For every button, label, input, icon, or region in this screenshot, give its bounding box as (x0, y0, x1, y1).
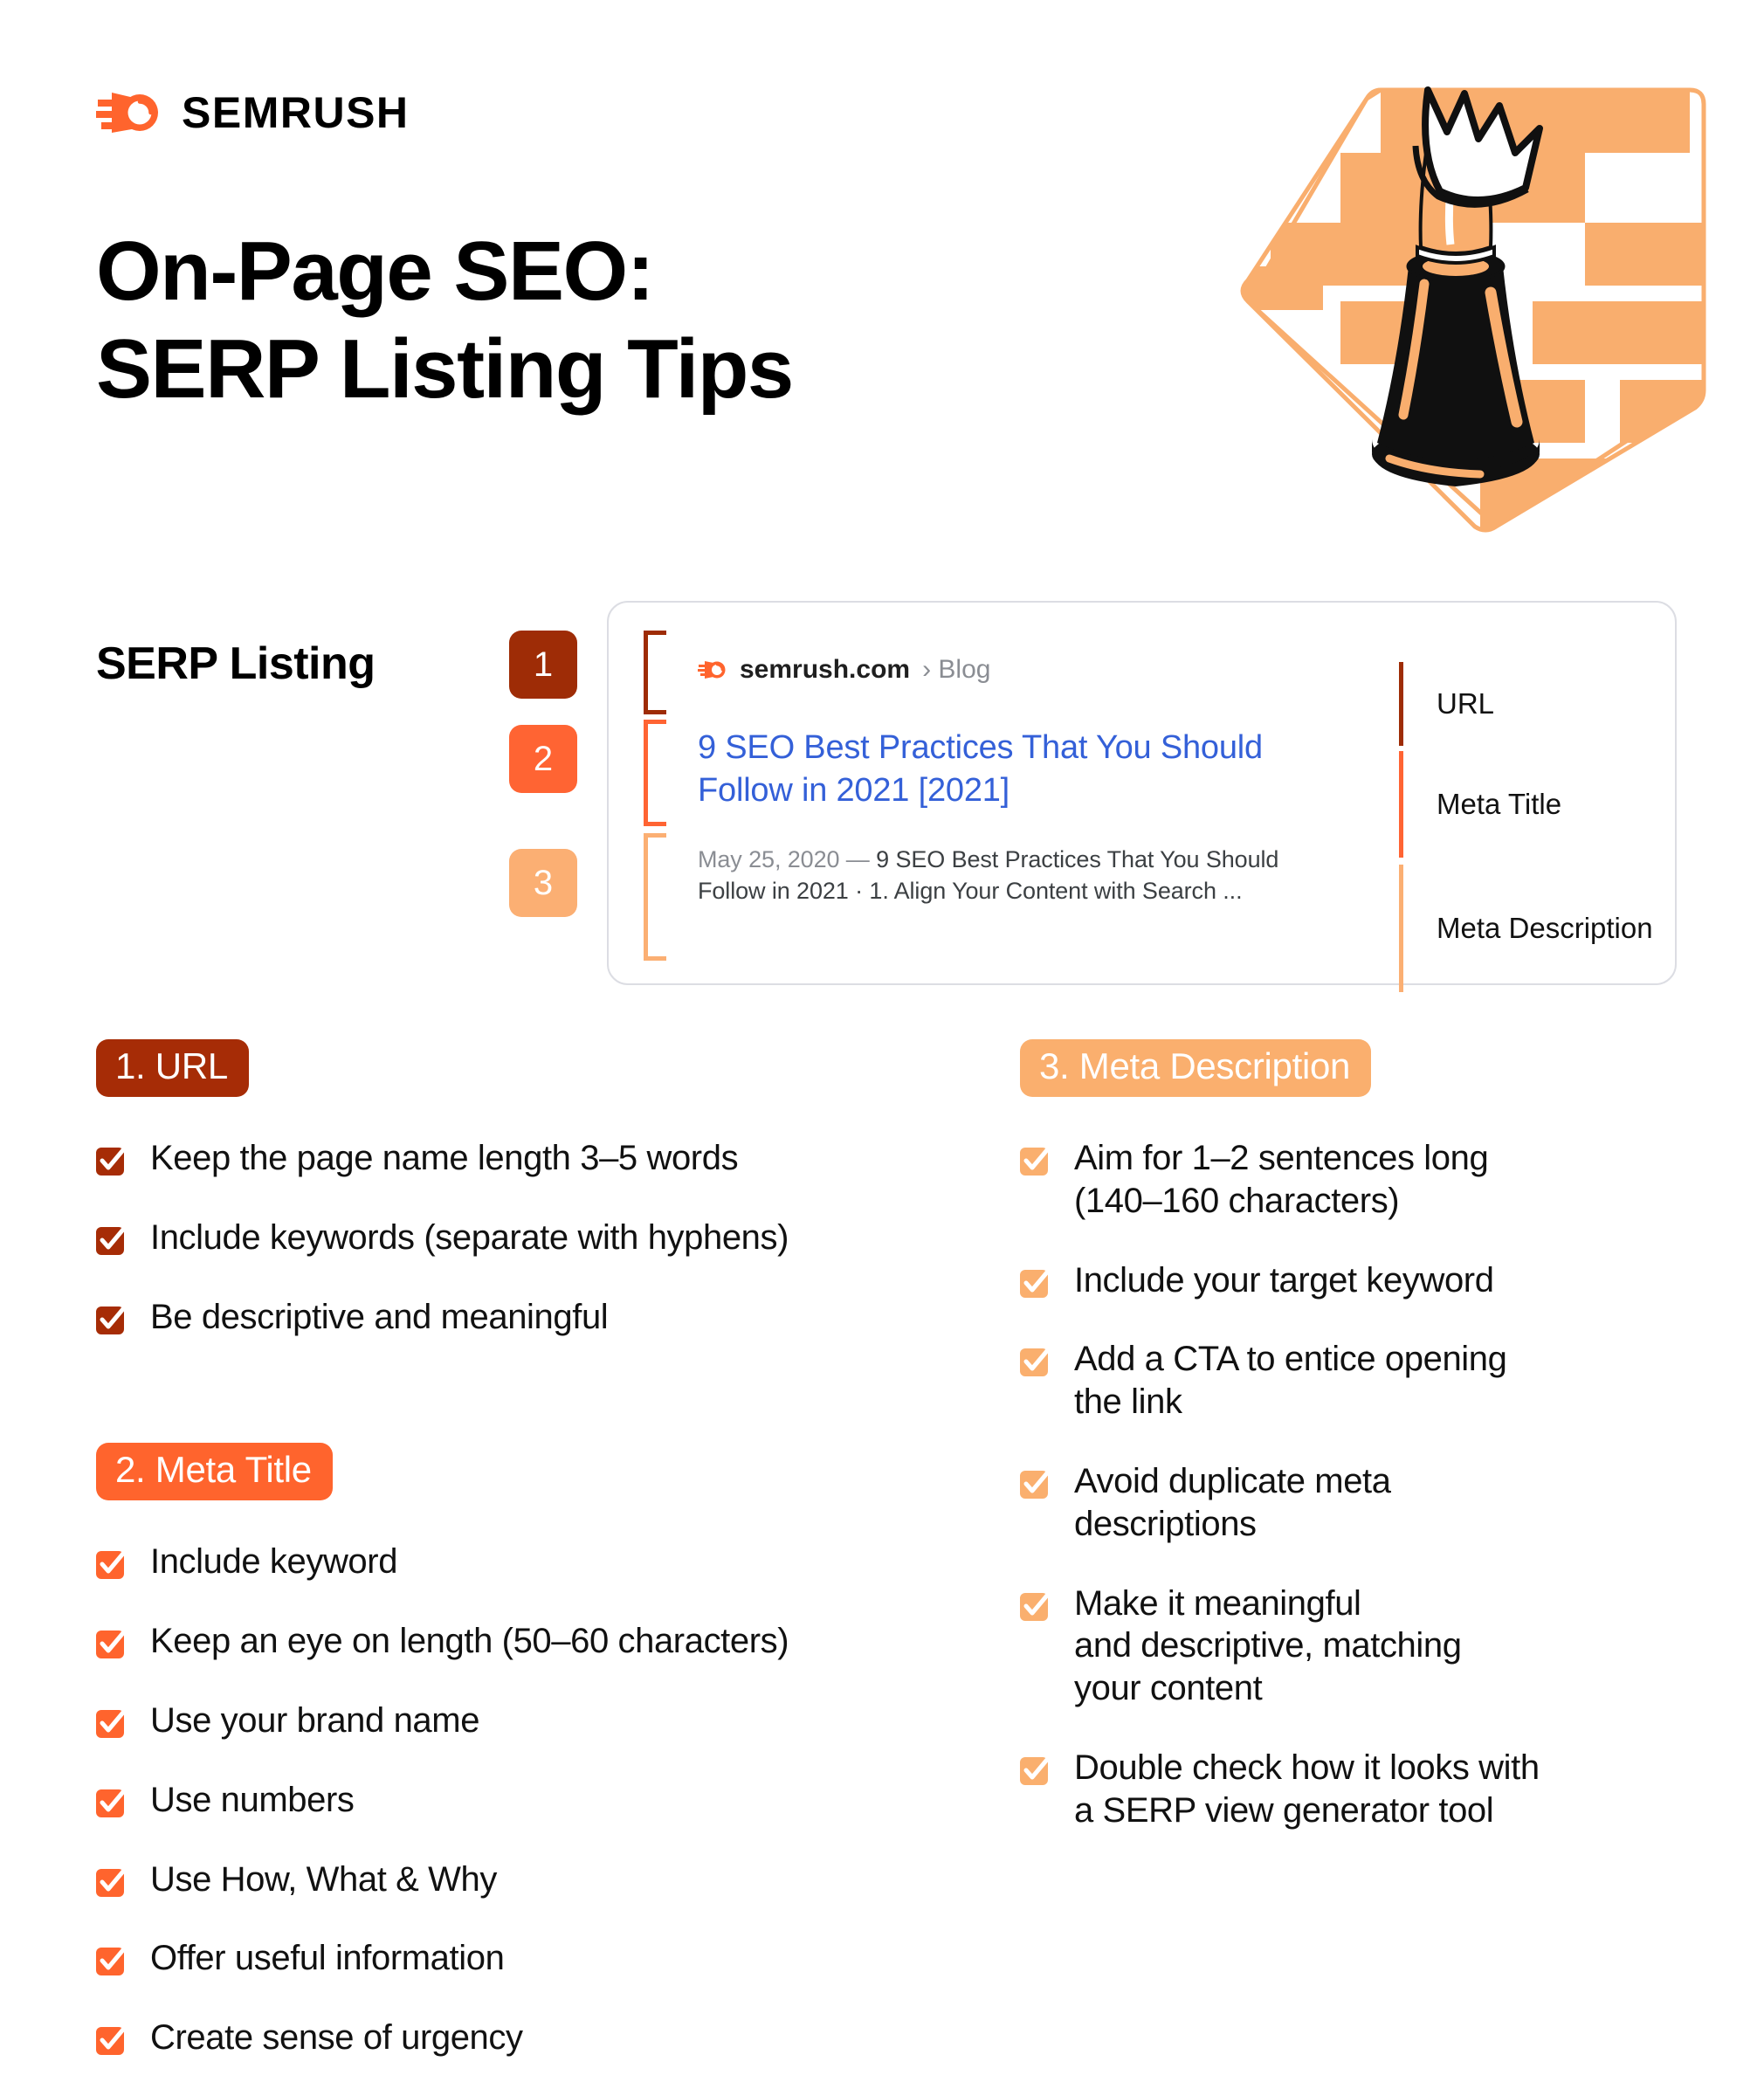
list-item-label: Keep the page name length 3–5 words (150, 1139, 739, 1177)
checkbox-checked-icon (1020, 1753, 1053, 1785)
serp-url-line[interactable]: semrush.com › Blog (698, 655, 990, 685)
section-meta-title-badge: 2. Meta Title (96, 1443, 333, 1501)
list-item[interactable]: Include keywords (separate with hyphens) (96, 1217, 969, 1259)
section-url: 1. URL Keep the page name length 3–5 wor… (96, 1039, 969, 1338)
list-item-label: Double check how it looks with a SERP vi… (1074, 1748, 1540, 1830)
checkbox-checked-icon (96, 1223, 129, 1255)
list-item-label: Use How, What & Why (150, 1859, 497, 1899)
list-item-label: Create sense of urgency (150, 2018, 523, 2058)
list-item[interactable]: Include keyword (96, 1541, 969, 1583)
serp-description-bracket (644, 833, 666, 961)
list-item[interactable]: Keep an eye on length (50–60 characters) (96, 1620, 969, 1663)
serp-meta-description: May 25, 2020 — 9 SEO Best Practices That… (698, 844, 1300, 907)
semrush-comet-icon (96, 87, 162, 138)
serp-marker-1: 1 (509, 631, 577, 699)
checkbox-checked-icon (96, 1143, 129, 1176)
section-url-list: Keep the page name length 3–5 words Incl… (96, 1137, 969, 1338)
list-item-label: Keep an eye on length (50–60 characters) (150, 1622, 789, 1661)
serp-marker-2: 2 (509, 725, 577, 793)
serp-legend-meta-description-bar (1399, 865, 1403, 992)
serp-legend-url: URL (1399, 662, 1494, 746)
checkbox-checked-icon (96, 1547, 129, 1580)
list-item-label: Use your brand name (150, 1700, 480, 1740)
checkbox-checked-icon (96, 1706, 129, 1738)
list-item[interactable]: Be descriptive and meaningful (96, 1296, 969, 1339)
list-item[interactable]: Aim for 1–2 sentences long (140–160 char… (1020, 1137, 1710, 1223)
serp-legend-url-bar (1399, 662, 1403, 746)
list-item-label: Add a CTA to entice opening the link (1074, 1340, 1507, 1422)
serp-marker-1-label: 1 (533, 645, 554, 684)
list-item-label: Offer useful information (150, 1939, 505, 1978)
list-item[interactable]: Make it meaningful and descriptive, matc… (1020, 1582, 1710, 1710)
serp-description-date: May 25, 2020 — (698, 846, 877, 872)
list-item[interactable]: Add a CTA to entice opening the link (1020, 1338, 1710, 1424)
list-item[interactable]: Keep the page name length 3–5 words (96, 1137, 969, 1180)
serp-legend-meta-title: Meta Title (1399, 751, 1561, 858)
serp-domain: semrush.com (740, 655, 911, 684)
list-item-label: Make it meaningful and descriptive, matc… (1074, 1583, 1462, 1708)
list-item[interactable]: Use your brand name (96, 1700, 969, 1742)
list-item[interactable]: Include your target keyword (1020, 1259, 1710, 1302)
serp-description-row: May 25, 2020 — 9 SEO Best Practices That… (644, 833, 1325, 961)
checkbox-checked-icon (96, 1943, 129, 1976)
list-item-label: Avoid duplicate meta descriptions (1074, 1461, 1391, 1543)
list-item-label: Include your target keyword (1074, 1260, 1494, 1300)
list-item[interactable]: Double check how it looks with a SERP vi… (1020, 1747, 1710, 1832)
checkbox-checked-icon (1020, 1265, 1053, 1298)
checkbox-checked-icon (96, 1865, 129, 1897)
section-meta-description-list: Aim for 1–2 sentences long (140–160 char… (1020, 1137, 1710, 1832)
semrush-logo-text: SEMRUSH (182, 88, 410, 137)
checkbox-checked-icon (1020, 1589, 1053, 1621)
serp-breadcrumb: › Blog (922, 655, 991, 684)
serp-title-row: 9 SEO Best Practices That You Should Fol… (644, 720, 1325, 826)
serp-marker-2-label: 2 (533, 739, 554, 778)
section-meta-description-badge: 3. Meta Description (1020, 1039, 1372, 1097)
section-meta-title: 2. Meta Title Include keyword Keep an ey… (96, 1443, 969, 2059)
serp-url-bracket (644, 631, 666, 714)
list-item[interactable]: Create sense of urgency (96, 2017, 969, 2059)
serp-marker-3-label: 3 (533, 863, 554, 902)
section-meta-title-list: Include keyword Keep an eye on length (5… (96, 1541, 969, 2059)
list-item[interactable]: Use numbers (96, 1779, 969, 1822)
serp-title-bracket (644, 720, 666, 826)
checkbox-checked-icon (1020, 1466, 1053, 1499)
section-meta-description: 3. Meta Description Aim for 1–2 sentence… (1020, 1039, 1710, 1832)
checkbox-checked-icon (1020, 1143, 1053, 1176)
left-column: 1. URL Keep the page name length 3–5 wor… (96, 1039, 969, 2096)
serp-marker-3: 3 (509, 849, 577, 917)
list-item-label: Be descriptive and meaningful (150, 1297, 609, 1336)
checkbox-checked-icon (96, 1626, 129, 1659)
checkbox-checked-icon (1020, 1344, 1053, 1377)
semrush-favicon-icon (698, 658, 727, 681)
page-title: On-Page SEO: SERP Listing Tips (96, 224, 794, 417)
serp-url-row: semrush.com › Blog (644, 631, 1325, 714)
serp-legend-meta-title-label: Meta Title (1437, 788, 1562, 820)
list-item-label: Include keywords (separate with hyphens) (150, 1217, 789, 1257)
serp-meta-title-link[interactable]: 9 SEO Best Practices That You Should Fol… (698, 727, 1292, 811)
checkbox-checked-icon (96, 1302, 129, 1334)
list-item[interactable]: Use How, What & Why (96, 1858, 969, 1901)
list-item-label: Include keyword (150, 1542, 398, 1582)
serp-listing-heading: SERP Listing (96, 638, 376, 689)
serp-listing-card: semrush.com › Blog 9 SEO Best Practices … (607, 601, 1677, 992)
serp-legend-meta-title-bar (1399, 751, 1403, 858)
semrush-logo: SEMRUSH (96, 87, 410, 138)
checkbox-checked-icon (96, 2023, 129, 2056)
serp-legend-meta-description-label: Meta Description (1437, 912, 1653, 944)
right-column: 3. Meta Description Aim for 1–2 sentence… (1020, 1039, 1710, 1869)
list-item[interactable]: Offer useful information (96, 1937, 969, 1980)
section-url-badge: 1. URL (96, 1039, 249, 1097)
checkbox-checked-icon (96, 1785, 129, 1817)
chessboard-king-illustration (1218, 48, 1725, 546)
serp-legend-meta-description: Meta Description (1399, 865, 1653, 992)
list-item[interactable]: Avoid duplicate meta descriptions (1020, 1460, 1710, 1546)
list-item-label: Aim for 1–2 sentences long (140–160 char… (1074, 1139, 1489, 1220)
serp-legend-url-label: URL (1437, 687, 1495, 720)
list-item-label: Use numbers (150, 1780, 355, 1819)
